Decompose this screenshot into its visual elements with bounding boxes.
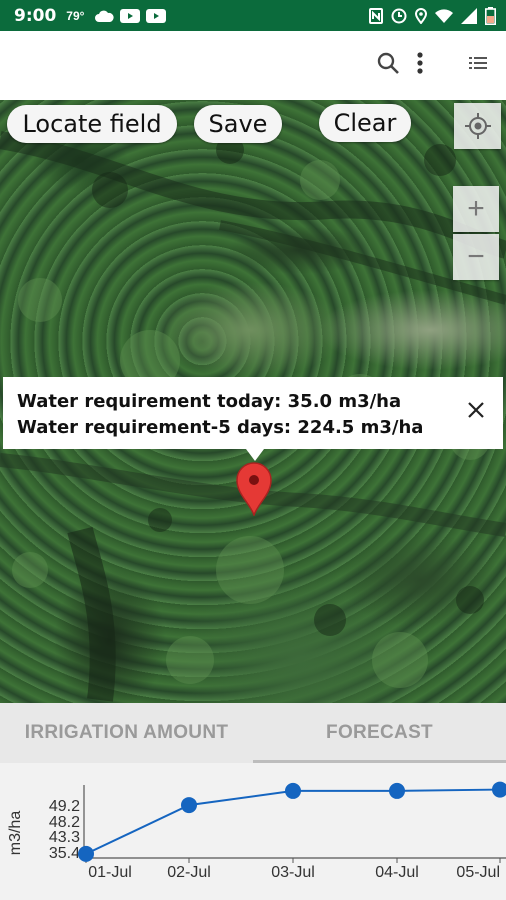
cloud-icon	[95, 10, 115, 22]
tab-irrigation-amount-label: IRRIGATION AMOUNT	[24, 722, 229, 743]
x-tick-label: 02-Jul	[167, 864, 211, 881]
list-icon[interactable]	[454, 53, 488, 73]
water-requirement-today: Water requirement today: 35.0 m3/ha	[17, 391, 402, 412]
crosshair-icon	[464, 113, 491, 139]
tab-forecast-label: FORECAST	[326, 722, 433, 743]
status-temperature: 79°	[66, 8, 85, 23]
data-point	[78, 845, 94, 862]
y-tick-label: 43.3	[49, 829, 80, 846]
data-point	[285, 782, 301, 799]
water-requirement-5-days: Water requirement-5 days: 224.5 m3/ha	[17, 417, 424, 438]
status-time: 9:00	[14, 5, 57, 26]
clear-button[interactable]: Clear	[319, 104, 411, 142]
locate-field-button[interactable]: Locate field	[7, 105, 177, 143]
y-tick-label: 35.4	[49, 845, 80, 862]
wifi-icon	[435, 8, 453, 23]
search-icon[interactable]	[376, 51, 400, 75]
zoom-out-button[interactable]: −	[453, 234, 499, 280]
map-marker-icon[interactable]	[235, 462, 273, 516]
app-bar	[0, 31, 506, 100]
x-tick-label: 01-Jul	[88, 864, 132, 881]
zoom-out-label: −	[467, 240, 485, 273]
battery-icon	[485, 6, 496, 25]
sync-icon	[391, 8, 407, 23]
y-axis-label: m3/ha	[7, 811, 24, 856]
series-line	[85, 788, 501, 855]
info-window: Water requirement today: 35.0 m3/ha Wate…	[3, 377, 503, 449]
info-window-pointer	[246, 449, 264, 461]
zoom-in-label: +	[467, 192, 485, 225]
tab-forecast[interactable]: FORECAST	[253, 703, 506, 763]
zoom-in-button[interactable]: +	[453, 186, 499, 232]
more-vert-icon[interactable]	[416, 51, 424, 75]
tab-irrigation-amount[interactable]: IRRIGATION AMOUNT	[0, 703, 253, 763]
save-button[interactable]: Save	[194, 105, 282, 143]
location-icon	[415, 7, 427, 24]
x-tick-label: 03-Jul	[271, 864, 315, 881]
forecast-chart-svg: 49.248.243.335.4m3/ha01-Jul 02-Jul 03-Jul 0…	[7, 781, 506, 881]
my-location-button[interactable]	[454, 103, 501, 149]
signal-icon	[461, 7, 477, 24]
close-icon[interactable]	[467, 401, 485, 419]
x-tick-label: 05-Jul	[456, 864, 500, 881]
tab-bar: IRRIGATION AMOUNT FORECAST	[0, 703, 506, 763]
y-tick-label: 49.2	[49, 798, 80, 815]
x-tick-label: 04-Jul	[375, 864, 419, 881]
nfc-icon	[369, 7, 383, 24]
status-bar: 9:00 79°	[0, 0, 506, 31]
youtube-icon	[120, 8, 141, 23]
data-point	[492, 781, 506, 798]
forecast-chart: 49.2 48.2 43.3 35.4 m3/ha 01-Jul 02-Jul 03-Jul 0…	[0, 763, 506, 900]
youtube-icon	[146, 8, 167, 23]
data-point	[389, 782, 405, 799]
data-point	[181, 797, 197, 814]
